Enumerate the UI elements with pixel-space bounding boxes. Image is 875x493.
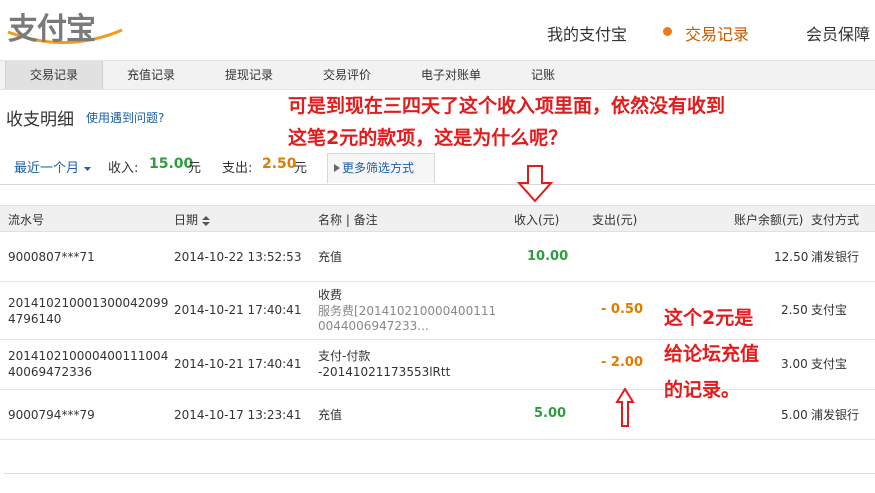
tab-reviews[interactable]: 交易评价: [299, 61, 395, 89]
col-name: 名称 | 备注: [318, 213, 378, 227]
period-label: 最近一个月: [14, 161, 80, 176]
annotation-side-1: 这个2元是: [664, 307, 754, 329]
header: 支付宝 我的支付宝 交易记录 会员保障: [0, 0, 875, 60]
tab-recharge[interactable]: 充值记录: [103, 61, 199, 89]
row-serial: 201410210001300042099: [8, 296, 169, 310]
annotation-side-2: 给论坛充值: [664, 343, 760, 365]
divider: [0, 184, 875, 185]
expense-label: 支出:: [222, 161, 253, 176]
right-triangle-icon: [334, 164, 340, 172]
income-total: 15.00: [149, 156, 194, 172]
row-serial-cont: 4796140: [8, 312, 62, 326]
sort-icon: [201, 215, 210, 226]
row-expense: - 0.50: [601, 302, 643, 317]
logo-text: 支付宝: [8, 12, 96, 47]
more-filters-button[interactable]: 更多筛选方式: [327, 153, 435, 183]
row-name[interactable]: 充值: [318, 249, 342, 265]
row-method: 支付宝: [811, 357, 848, 371]
row-balance: 5.00: [781, 408, 808, 422]
col-balance: 账户余额(元): [734, 213, 804, 227]
down-arrow-annotation: [517, 165, 553, 203]
annotation-line-1: 可是到现在三四天了这个收入项里面，依然没有收到: [288, 95, 726, 117]
tab-statement[interactable]: 电子对账单: [397, 61, 505, 89]
tab-bookkeeping[interactable]: 记账: [507, 61, 579, 89]
col-expense: 支出(元): [592, 213, 638, 227]
row-expense: - 2.00: [601, 355, 643, 370]
table-row[interactable]: 9000807***71 2014-10-22 13:52:53 充值 10.0…: [0, 231, 875, 282]
table-header: 流水号 日期 名称 | 备注 收入(元) 支出(元) 账户余额(元) 支付方式: [0, 205, 875, 232]
row-serial: 201410210000400111004: [8, 349, 169, 363]
col-date-label: 日期: [174, 213, 199, 227]
row-note: 服务费[201410210000400111: [318, 304, 497, 318]
row-date: 2014-10-22 13:52:53: [174, 250, 302, 264]
col-method: 支付方式: [811, 213, 860, 227]
annotation-explanation: 这个2元是 给论坛充值 的记录。: [664, 300, 794, 408]
help-link[interactable]: 使用遇到问题?: [86, 109, 164, 126]
filter-row: 最近一个月 收入: 15.00 元 支出: 2.50 元: [0, 148, 875, 185]
row-serial: 9000807***71: [8, 250, 95, 264]
alipay-logo[interactable]: 支付宝: [6, 2, 124, 47]
more-filters-label: 更多筛选方式: [342, 161, 415, 175]
row-date: 2014-10-21 17:40:41: [174, 357, 302, 371]
nav-my-alipay[interactable]: 我的支付宝: [547, 21, 627, 45]
row-date: 2014-10-21 17:40:41: [174, 303, 302, 317]
sub-tab-bar: 交易记录 充值记录 提现记录 交易评价 电子对账单 记账: [0, 60, 875, 90]
row-income: 5.00: [534, 406, 567, 421]
active-dot-icon: [663, 27, 672, 36]
expense-currency: 元: [294, 161, 308, 176]
tab-withdraw[interactable]: 提现记录: [201, 61, 297, 89]
row-method: 支付宝: [811, 303, 848, 317]
dropdown-caret-icon: [84, 166, 92, 171]
row-name[interactable]: 支付-付款: [318, 348, 370, 364]
col-serial: 流水号: [8, 213, 45, 227]
row-name[interactable]: 充值: [318, 407, 342, 423]
row-name[interactable]: 收费: [318, 287, 342, 303]
income-currency: 元: [188, 161, 202, 176]
annotation-side-3: 的记录。: [664, 379, 741, 401]
row-note-cont: 0044006947233...: [318, 319, 429, 333]
row-serial: 9000794***79: [8, 408, 95, 422]
row-method: 浦发银行: [811, 408, 860, 422]
up-arrow-annotation: [615, 388, 635, 427]
row-balance: 12.50: [774, 250, 809, 264]
period-select[interactable]: 最近一个月: [14, 157, 92, 176]
nav-transactions[interactable]: 交易记录: [685, 21, 749, 45]
row-serial-cont: 40069472336: [8, 365, 92, 379]
tab-transactions[interactable]: 交易记录: [5, 61, 103, 89]
col-date[interactable]: 日期: [174, 211, 210, 228]
page-title: 收支明细: [6, 110, 74, 130]
row-method: 浦发银行: [811, 250, 860, 264]
col-income: 收入(元): [514, 213, 560, 227]
nav-member-protection[interactable]: 会员保障: [806, 21, 870, 45]
expense-total: 2.50: [262, 156, 297, 172]
row-note: -20141021173553lRtt: [318, 365, 451, 379]
income-label: 收入:: [108, 161, 139, 176]
row-date: 2014-10-17 13:23:41: [174, 408, 302, 422]
bottom-divider: [4, 473, 875, 474]
row-income: 10.00: [527, 249, 569, 264]
annotation-question: 可是到现在三四天了这个收入项里面，依然没有收到 这笔2元的款项，这是为什么呢？: [288, 90, 788, 154]
